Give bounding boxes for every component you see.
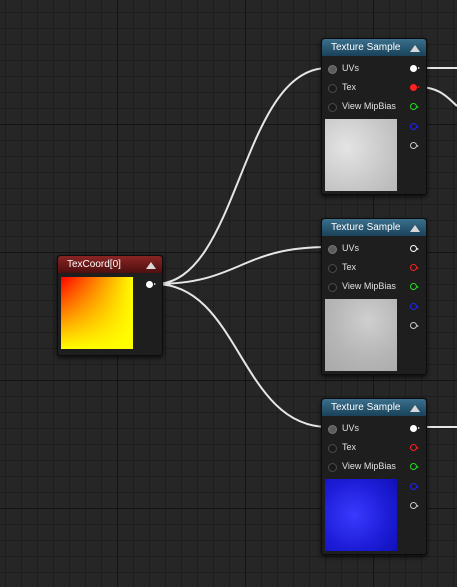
texture-sample-3-header[interactable]: Texture Sample [322,399,426,416]
tex-label: Tex [342,262,357,272]
collapse-arrow-icon[interactable] [410,45,420,52]
view-mipbias-input-pin[interactable] [328,283,337,292]
view-mipbias-label: View MipBias [342,281,396,291]
view-mipbias-input-row[interactable]: View MipBias [322,457,426,476]
wire-texcoord-to-sample3[interactable] [154,283,329,428]
texture-sample-node-2[interactable]: Texture Sample UVs Tex View MipBias [321,218,427,375]
texcoord-header[interactable]: TexCoord[0] [58,256,162,273]
uvs-input-row[interactable]: UVs [322,419,426,438]
collapse-arrow-icon[interactable] [410,225,420,232]
tex-input-row[interactable]: Tex [322,438,426,457]
a-output-pin[interactable] [410,502,419,509]
r-output-pin[interactable] [410,84,420,91]
uvs-input-pin[interactable] [328,65,337,74]
texture-preview-1 [325,119,397,191]
texture-sample-node-1[interactable]: Texture Sample UVs Tex View MipBias [321,38,427,195]
g-output-pin[interactable] [410,103,419,110]
uvs-label: UVs [342,63,360,73]
texture-sample-2-header[interactable]: Texture Sample [322,219,426,236]
b-output-pin[interactable] [410,483,419,490]
r-output-pin[interactable] [410,444,419,451]
tex-input-pin[interactable] [328,84,337,93]
uvs-input-pin[interactable] [328,245,337,254]
uvs-label: UVs [342,243,360,253]
texture-preview-3 [325,479,397,551]
uvs-input-pin[interactable] [328,425,337,434]
view-mipbias-input-row[interactable]: View MipBias [322,277,426,296]
tex-label: Tex [342,442,357,452]
texture-sample-node-3[interactable]: Texture Sample UVs Tex View MipBias [321,398,427,555]
tex-input-pin[interactable] [328,444,337,453]
view-mipbias-input-row[interactable]: View MipBias [322,97,426,116]
g-output-pin[interactable] [410,463,419,470]
view-mipbias-input-pin[interactable] [328,463,337,472]
a-output-pin[interactable] [410,322,419,329]
texture-sample-1-title: Texture Sample [331,42,401,53]
g-output-pin[interactable] [410,283,419,290]
texcoord-node[interactable]: TexCoord[0] [57,255,163,356]
tex-input-pin[interactable] [328,264,337,273]
texcoord-preview [61,277,133,349]
view-mipbias-label: View MipBias [342,101,396,111]
texcoord-title: TexCoord[0] [67,259,121,270]
texture-sample-2-title: Texture Sample [331,222,401,233]
a-output-pin[interactable] [410,142,419,149]
tex-input-row[interactable]: Tex [322,258,426,277]
uvs-label: UVs [342,423,360,433]
texture-sample-1-header[interactable]: Texture Sample [322,39,426,56]
wire-texcoord-to-sample2[interactable] [154,246,329,285]
view-mipbias-label: View MipBias [342,461,396,471]
uvs-input-row[interactable]: UVs [322,239,426,258]
rgb-output-pin[interactable] [410,245,419,252]
tex-input-row[interactable]: Tex [322,78,426,97]
collapse-arrow-icon[interactable] [410,405,420,412]
rgb-output-pin[interactable] [410,65,420,72]
uvs-input-row[interactable]: UVs [322,59,426,78]
b-output-pin[interactable] [410,123,419,130]
texcoord-output-pin[interactable] [146,281,156,288]
collapse-arrow-icon[interactable] [146,262,156,269]
r-output-pin[interactable] [410,264,419,271]
texture-preview-2 [325,299,397,371]
wire-texcoord-to-sample1[interactable] [154,67,329,285]
view-mipbias-input-pin[interactable] [328,103,337,112]
b-output-pin[interactable] [410,303,419,310]
rgb-output-pin[interactable] [410,425,420,432]
texture-sample-3-title: Texture Sample [331,402,401,413]
tex-label: Tex [342,82,357,92]
